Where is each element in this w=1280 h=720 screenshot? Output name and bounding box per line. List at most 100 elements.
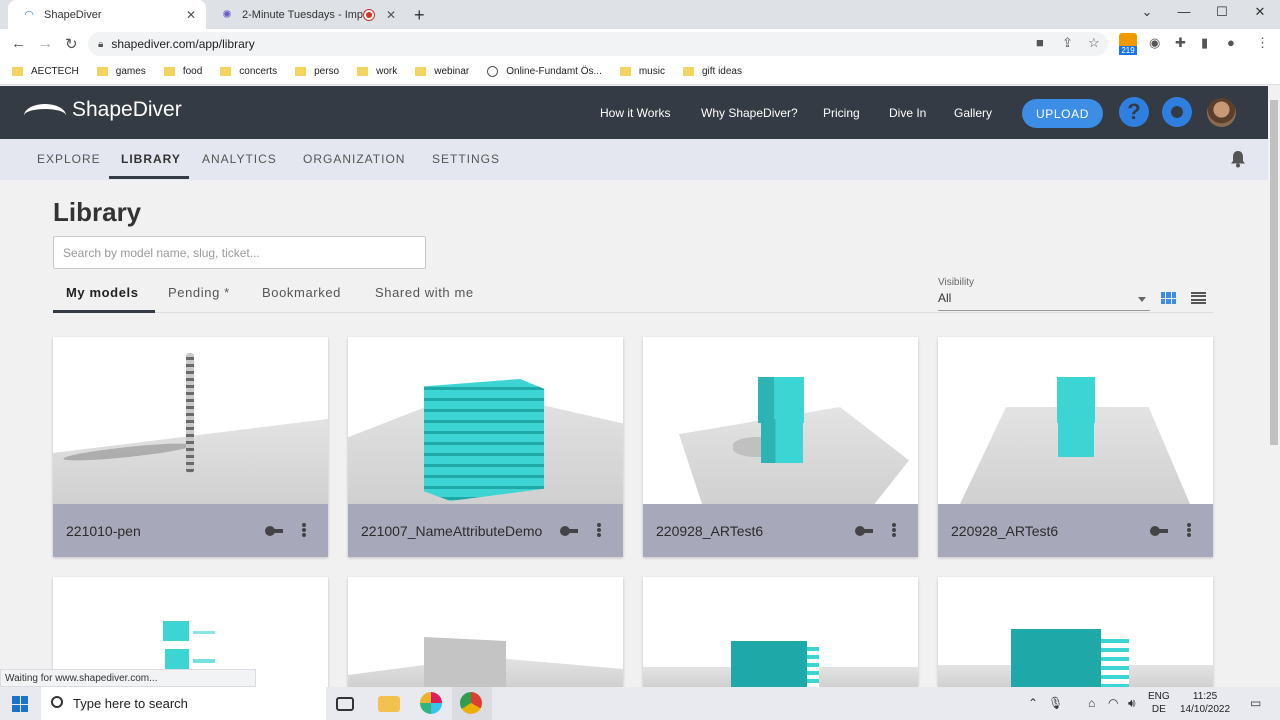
share-icon[interactable]: ⇪: [1062, 35, 1073, 51]
extension-badge-count: 219: [1119, 46, 1137, 55]
model-card[interactable]: 220928_ARTest6: [643, 337, 918, 557]
bookmark-music[interactable]: music: [619, 66, 665, 77]
active-subnav-indicator: [109, 176, 189, 179]
wifi-icon[interactable]: ◠: [1108, 696, 1118, 710]
shapediver-logo[interactable]: ShapeDiver: [24, 98, 182, 122]
bookmark-perso[interactable]: perso: [295, 66, 339, 77]
bookmark-games[interactable]: games: [96, 66, 146, 77]
key-icon[interactable]: [560, 526, 578, 536]
extensions-icon[interactable]: ✚: [1175, 35, 1186, 51]
list-view-icon[interactable]: [1191, 292, 1206, 304]
model-card[interactable]: 220928_ARTest6: [938, 337, 1213, 557]
back-icon[interactable]: ←: [11, 35, 26, 52]
model-thumbnail[interactable]: [348, 577, 623, 687]
slack-icon[interactable]: [420, 692, 442, 714]
bookmark-gift-ideas[interactable]: gift ideas: [682, 66, 742, 77]
model-card[interactable]: [938, 577, 1213, 687]
key-icon[interactable]: [855, 526, 873, 536]
maximize-button[interactable]: ☐: [1207, 4, 1237, 20]
search-input[interactable]: [53, 236, 426, 269]
close-window-button[interactable]: ✕: [1245, 4, 1275, 20]
help-icon[interactable]: ?: [1119, 97, 1149, 127]
model-card[interactable]: 221007_NameAttributeDemo: [348, 337, 623, 557]
tab-pending[interactable]: Pending *: [168, 285, 230, 300]
tab-shapediver[interactable]: ◠ ShapeDiver ✕: [8, 0, 206, 29]
user-avatar[interactable]: [1207, 98, 1236, 127]
model-thumbnail[interactable]: [938, 577, 1213, 687]
folder-icon: [295, 67, 307, 76]
upload-button[interactable]: UPLOAD: [1022, 99, 1103, 128]
tab-bookmarked[interactable]: Bookmarked: [262, 285, 341, 300]
nav-pricing[interactable]: Pricing: [823, 106, 860, 120]
model-thumbnail[interactable]: [643, 577, 918, 687]
side-panel-icon[interactable]: ▮: [1201, 35, 1208, 51]
model-thumbnail[interactable]: [643, 337, 918, 504]
task-view-icon[interactable]: [336, 697, 354, 711]
bookmark-concerts[interactable]: concerts: [220, 66, 277, 77]
new-tab-button[interactable]: +: [414, 5, 425, 26]
bookmark-star-icon[interactable]: ☆: [1088, 35, 1100, 51]
bookmark-food[interactable]: food: [163, 66, 202, 77]
password-manager-icon[interactable]: ◉: [1149, 35, 1160, 51]
volume-icon[interactable]: 🔊︎: [1128, 696, 1136, 711]
more-options-icon[interactable]: [1187, 523, 1191, 537]
tab-search-icon[interactable]: ⌄: [1132, 4, 1162, 20]
scrollbar-thumb[interactable]: [1270, 100, 1278, 445]
file-explorer-icon[interactable]: [378, 696, 400, 712]
reload-icon[interactable]: ↻: [65, 35, 78, 53]
tab-shared-with-me[interactable]: Shared with me: [375, 285, 474, 300]
model-thumbnail[interactable]: [348, 337, 623, 504]
visibility-select[interactable]: All: [938, 291, 1150, 311]
recording-icon: [364, 9, 374, 20]
model-card[interactable]: 221010-pen: [53, 337, 328, 557]
extension-badge-icon[interactable]: 219: [1119, 33, 1137, 55]
notification-bell-icon[interactable]: [1230, 150, 1246, 168]
model-card[interactable]: [643, 577, 918, 687]
windows-start-icon[interactable]: [12, 696, 28, 712]
folder-icon: [96, 67, 108, 76]
model-card[interactable]: [348, 577, 623, 687]
bookmark-label: music: [638, 66, 665, 77]
bookmark-online-fundamt[interactable]: Online-Fundamt Ös...: [487, 66, 602, 77]
microphone-icon[interactable]: 🎙︎: [1048, 696, 1063, 710]
clock[interactable]: 11:25 14/10/2022: [1180, 690, 1230, 716]
key-icon[interactable]: [265, 526, 283, 536]
nav-gallery[interactable]: Gallery: [954, 106, 992, 120]
language-indicator[interactable]: ENG DE: [1148, 690, 1170, 716]
url-bar[interactable]: 🔒︎ shapediver.com/app/library: [88, 32, 1108, 56]
model-thumbnail[interactable]: [53, 337, 328, 504]
subnav-analytics[interactable]: ANALYTICS: [202, 152, 277, 166]
camera-icon[interactable]: ■: [1036, 35, 1044, 50]
nav-how-it-works[interactable]: How it Works: [600, 106, 670, 120]
bookmark-webinar[interactable]: webinar: [415, 66, 469, 77]
close-tab-icon[interactable]: ✕: [382, 8, 400, 22]
bookmark-aectech[interactable]: AECTECH: [12, 66, 79, 77]
settings-gear-icon[interactable]: [1162, 97, 1192, 127]
bookmark-label: gift ideas: [701, 66, 742, 77]
forward-icon[interactable]: →: [38, 35, 53, 52]
browser-menu-icon[interactable]: ⋮: [1256, 35, 1269, 51]
more-options-icon[interactable]: [302, 523, 306, 537]
bookmark-work[interactable]: work: [357, 66, 397, 77]
more-options-icon[interactable]: [597, 523, 601, 537]
close-tab-icon[interactable]: ✕: [182, 8, 200, 22]
subnav-settings[interactable]: SETTINGS: [432, 152, 500, 166]
profile-icon[interactable]: ●: [1227, 35, 1235, 50]
nav-why-shapediver[interactable]: Why ShapeDiver?: [701, 106, 798, 120]
tab-2-minute-tuesdays[interactable]: ✺ 2-Minute Tuesdays - Import ✕: [206, 0, 406, 29]
minimize-button[interactable]: —: [1169, 4, 1199, 19]
grid-view-icon[interactable]: [1161, 292, 1176, 304]
key-icon[interactable]: [1150, 526, 1168, 536]
tab-my-models[interactable]: My models: [66, 285, 139, 300]
network-icon[interactable]: ⌂: [1088, 696, 1095, 710]
model-thumbnail[interactable]: [938, 337, 1213, 504]
model-card-footer: 221007_NameAttributeDemo: [348, 504, 623, 557]
taskbar-search-box[interactable]: Type here to search: [41, 687, 326, 720]
show-hidden-icons[interactable]: ⌃: [1028, 696, 1038, 710]
subnav-organization[interactable]: ORGANIZATION: [303, 152, 405, 166]
subnav-library[interactable]: LIBRARY: [121, 152, 181, 166]
notifications-icon[interactable]: ▭: [1250, 696, 1261, 710]
more-options-icon[interactable]: [892, 523, 896, 537]
subnav-explore[interactable]: EXPLORE: [37, 152, 101, 166]
nav-dive-in[interactable]: Dive In: [889, 106, 926, 120]
